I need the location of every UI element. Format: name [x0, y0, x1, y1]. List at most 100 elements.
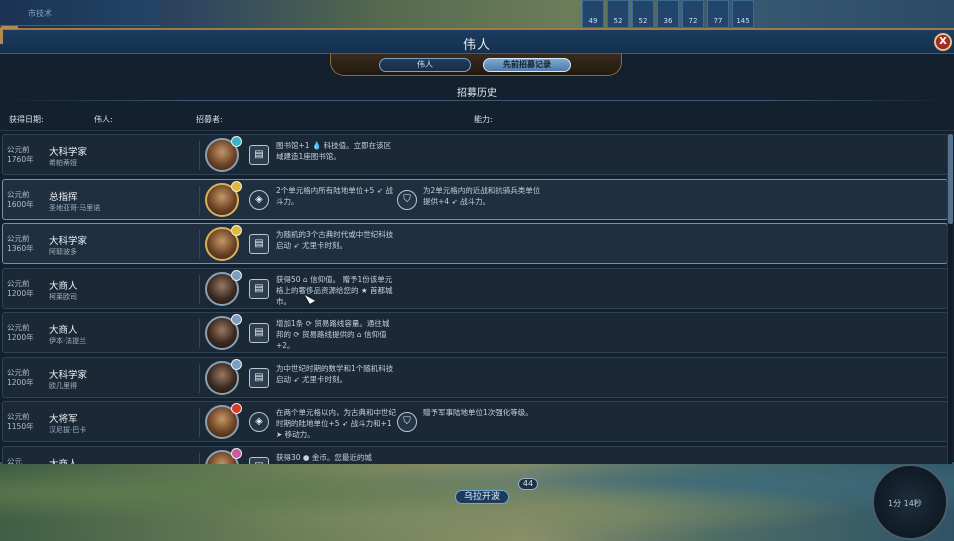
column-header-person: 伟人:: [94, 115, 113, 124]
civ-badge-icon: [231, 403, 242, 414]
great-people-panel: 伟人 X 伟人 先前招募记录 招募历史 获得日期: 伟人: 招募者: 能力: 公…: [0, 26, 954, 464]
ability-text: 为随机的3个古典时代或中世纪科技启动 ➶ 尤里卡时刻。: [276, 230, 394, 250]
great-person-type: 大科学家: [49, 147, 88, 158]
tab-bar: 伟人 先前招募记录: [330, 54, 622, 76]
table-row[interactable]: 公元 大商人 ▤ 获得30 ● 金币。您最近的城: [2, 446, 948, 464]
divider: [199, 453, 200, 464]
great-person-type: 大科学家: [49, 236, 88, 247]
great-person-type: 大将军: [49, 414, 78, 425]
city-stat-strip: 49 52 52 36 72 77 145: [582, 0, 754, 30]
close-button[interactable]: X: [934, 33, 952, 51]
column-header-ability: 能力:: [474, 115, 493, 124]
ability-text-secondary: 赠予军事陆地单位1次强化等级。: [423, 408, 533, 417]
scroll-icon: ▤: [249, 279, 269, 299]
divider: [199, 141, 200, 170]
city-stat: 36: [657, 0, 679, 28]
city-banner[interactable]: 乌拉开波: [455, 490, 510, 504]
civ-badge-icon: [231, 314, 242, 325]
divider: [199, 186, 200, 215]
table-row[interactable]: 公元前1200年 大商人 柯莱欧司 ▤ 获得50 ⌂ 信仰值。 赠予1份该单元格上的奢侈…: [2, 268, 948, 309]
recruit-date: 公元前1760年: [7, 145, 34, 164]
ability-text: 2个单元格内所有陆地单位+5 ➶ 战斗力。: [276, 186, 393, 206]
divider: [199, 319, 200, 348]
ability-text: 为中世纪时期的数学和1个随机科技启动 ➶ 尤里卡时刻。: [276, 364, 394, 384]
great-person-name: 希帕蒂娅: [49, 159, 77, 167]
table-row[interactable]: 公元前1150年 大将军 汉尼拔·巴卡 ◈ 在两个单元格以内，为古典和中世纪时期的陆地单…: [2, 401, 948, 442]
ability-text: 在两个单元格以内，为古典和中世纪时期的陆地单位+5 ➶ 战斗力和+1 ➤ 移动力…: [276, 408, 396, 439]
table-row[interactable]: 公元前1600年 总指挥 圣地亚哥·马里诺 ◈ 2个单元格内所有陆地单位+5 ➶ 战斗力…: [2, 179, 948, 220]
great-person-type: 大商人: [49, 281, 78, 292]
scroll-thumb[interactable]: [948, 134, 953, 224]
shield-icon: ⛉: [397, 412, 417, 432]
great-person-name: 欧几里得: [49, 382, 77, 390]
city-stat: 72: [682, 0, 704, 28]
scrollbar[interactable]: [947, 134, 953, 464]
panel-title: 伟人: [462, 38, 491, 53]
scroll-icon: ▤: [249, 368, 269, 388]
table-row[interactable]: 公元前1760年 大科学家 希帕蒂娅 ▤ 图书馆+1 💧 科技值。立即在该区域建造1座图…: [2, 134, 948, 175]
minimap[interactable]: 1分 14秒: [872, 464, 948, 540]
panel-title-bar: 伟人 X: [0, 26, 954, 54]
great-person-name: 伊本·法提兰: [49, 337, 87, 345]
scroll-icon: ▤: [249, 145, 269, 165]
table-row[interactable]: 公元前1360年 大科学家 阿耶波多 ▤ 为随机的3个古典时代或中世纪科技启动 ➶ 尤里…: [2, 223, 948, 264]
divider: [0, 130, 954, 131]
recruit-date: 公元前1200年: [7, 368, 34, 387]
civ-badge-icon: [231, 448, 242, 459]
city-stat: 49: [582, 0, 604, 28]
civ-badge-icon: [231, 136, 242, 147]
divider: [199, 408, 200, 437]
great-person-type: 大商人: [49, 325, 78, 336]
divider: [0, 100, 954, 101]
divider: [199, 230, 200, 259]
divider: [199, 275, 200, 304]
ability-text: 图书馆+1 💧 科技值。立即在该区域建造1座图书馆。: [276, 141, 392, 161]
city-stat: 145: [732, 0, 754, 28]
great-person-name: 圣地亚哥·马里诺: [49, 204, 101, 212]
city-stat: 52: [607, 0, 629, 28]
recruit-date: 公元前1150年: [7, 412, 34, 431]
civ-badge-icon: [231, 270, 242, 281]
recruit-date: 公元: [7, 457, 22, 464]
scroll-icon: ▤: [249, 457, 269, 464]
recruit-date: 公元前1600年: [7, 190, 34, 209]
great-person-name: 柯莱欧司: [49, 293, 77, 301]
civ-badge-icon: [231, 181, 242, 192]
city-name: 乌拉开波: [464, 492, 501, 502]
civ-badge-icon: [231, 225, 242, 236]
compass-icon: ◈: [249, 190, 269, 210]
turn-timer: 1分 14秒: [888, 499, 922, 508]
civ-badge-icon: [231, 359, 242, 370]
city-stat: 52: [632, 0, 654, 28]
great-person-type: 总指挥: [49, 192, 78, 203]
scroll-icon: ▤: [249, 323, 269, 343]
city-population: 44: [518, 478, 538, 490]
tab-previous-recruits[interactable]: 先前招募记录: [483, 58, 571, 72]
city-stat: 77: [707, 0, 729, 28]
recruit-date: 公元前1360年: [7, 234, 34, 253]
ability-text: 获得50 ⌂ 信仰值。 赠予1份该单元格上的奢侈品资源给您的 ★ 首都城市。: [276, 275, 393, 306]
column-header-recruiter: 招募者:: [196, 115, 223, 124]
shield-icon: ⛉: [397, 190, 417, 210]
great-person-type: 大科学家: [49, 370, 88, 381]
recruit-date: 公元前1200年: [7, 323, 34, 342]
great-person-name: 阿耶波多: [49, 248, 77, 256]
game-map-bottom[interactable]: 44 乌拉开波 1分 14秒: [0, 462, 954, 541]
game-world-top: 市技术 49 52 52 36 72 77 145: [0, 0, 954, 30]
recruit-history-list[interactable]: 公元前1760年 大科学家 希帕蒂娅 ▤ 图书馆+1 💧 科技值。立即在该区域建造1座图…: [2, 134, 948, 464]
top-hint: 市技术: [0, 0, 160, 26]
section-title: 招募历史: [457, 88, 497, 99]
compass-icon: ◈: [249, 412, 269, 432]
scroll-icon: ▤: [249, 234, 269, 254]
great-person-name: 汉尼拔·巴卡: [49, 426, 87, 434]
column-header-date: 获得日期:: [9, 115, 44, 124]
table-row[interactable]: 公元前1200年 大商人 伊本·法提兰 ▤ 增加1条 ⟳ 贸易路线容量。通往城邦的 ⟳ …: [2, 312, 948, 353]
ability-text: 增加1条 ⟳ 贸易路线容量。通往城邦的 ⟳ 贸易路线提供的 ⌂ 信仰值+2。: [276, 319, 390, 350]
ability-text-secondary: 为2单元格内的近战和抗骑兵类单位提供+4 ➶ 战斗力。: [423, 186, 541, 206]
tab-great-people[interactable]: 伟人: [379, 58, 471, 72]
table-row[interactable]: 公元前1200年 大科学家 欧几里得 ▤ 为中世纪时期的数学和1个随机科技启动 ➶ 尤里…: [2, 357, 948, 398]
recruit-date: 公元前1200年: [7, 279, 34, 298]
ability-text: 获得30 ● 金币。您最近的城: [276, 453, 372, 462]
great-person-type: 大商人: [49, 456, 78, 464]
divider: [199, 364, 200, 393]
